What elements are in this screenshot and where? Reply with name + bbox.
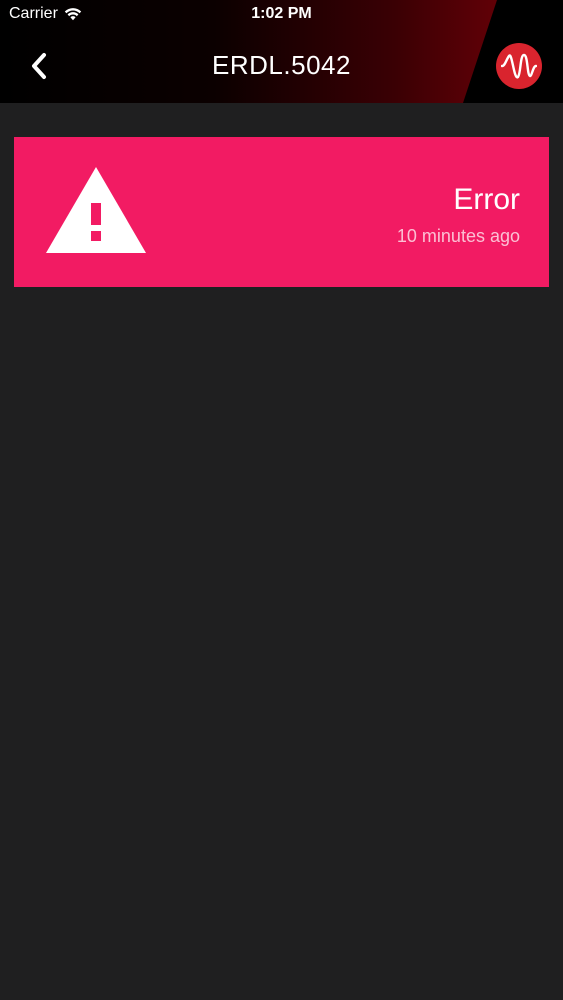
logo-button[interactable]: [496, 43, 542, 89]
waveform-logo-icon: [501, 53, 537, 79]
alert-timestamp: 10 minutes ago: [396, 226, 520, 246]
page-title: ERDL.5042: [212, 50, 351, 80]
screen: Carrier 1:02 PM ERDL.5042 Error 10 minut…: [0, 0, 563, 1000]
chevron-left-icon: [32, 53, 46, 79]
back-button[interactable]: [24, 50, 54, 82]
top-bar: Carrier 1:02 PM ERDL.5042: [0, 0, 563, 103]
alert-title: Error: [453, 183, 520, 216]
warning-triangle-icon: [46, 167, 146, 253]
navigation-bar: ERDL.5042: [0, 0, 563, 103]
alert-card[interactable]: Error 10 minutes ago: [14, 137, 549, 287]
logo-area: [463, 0, 563, 103]
